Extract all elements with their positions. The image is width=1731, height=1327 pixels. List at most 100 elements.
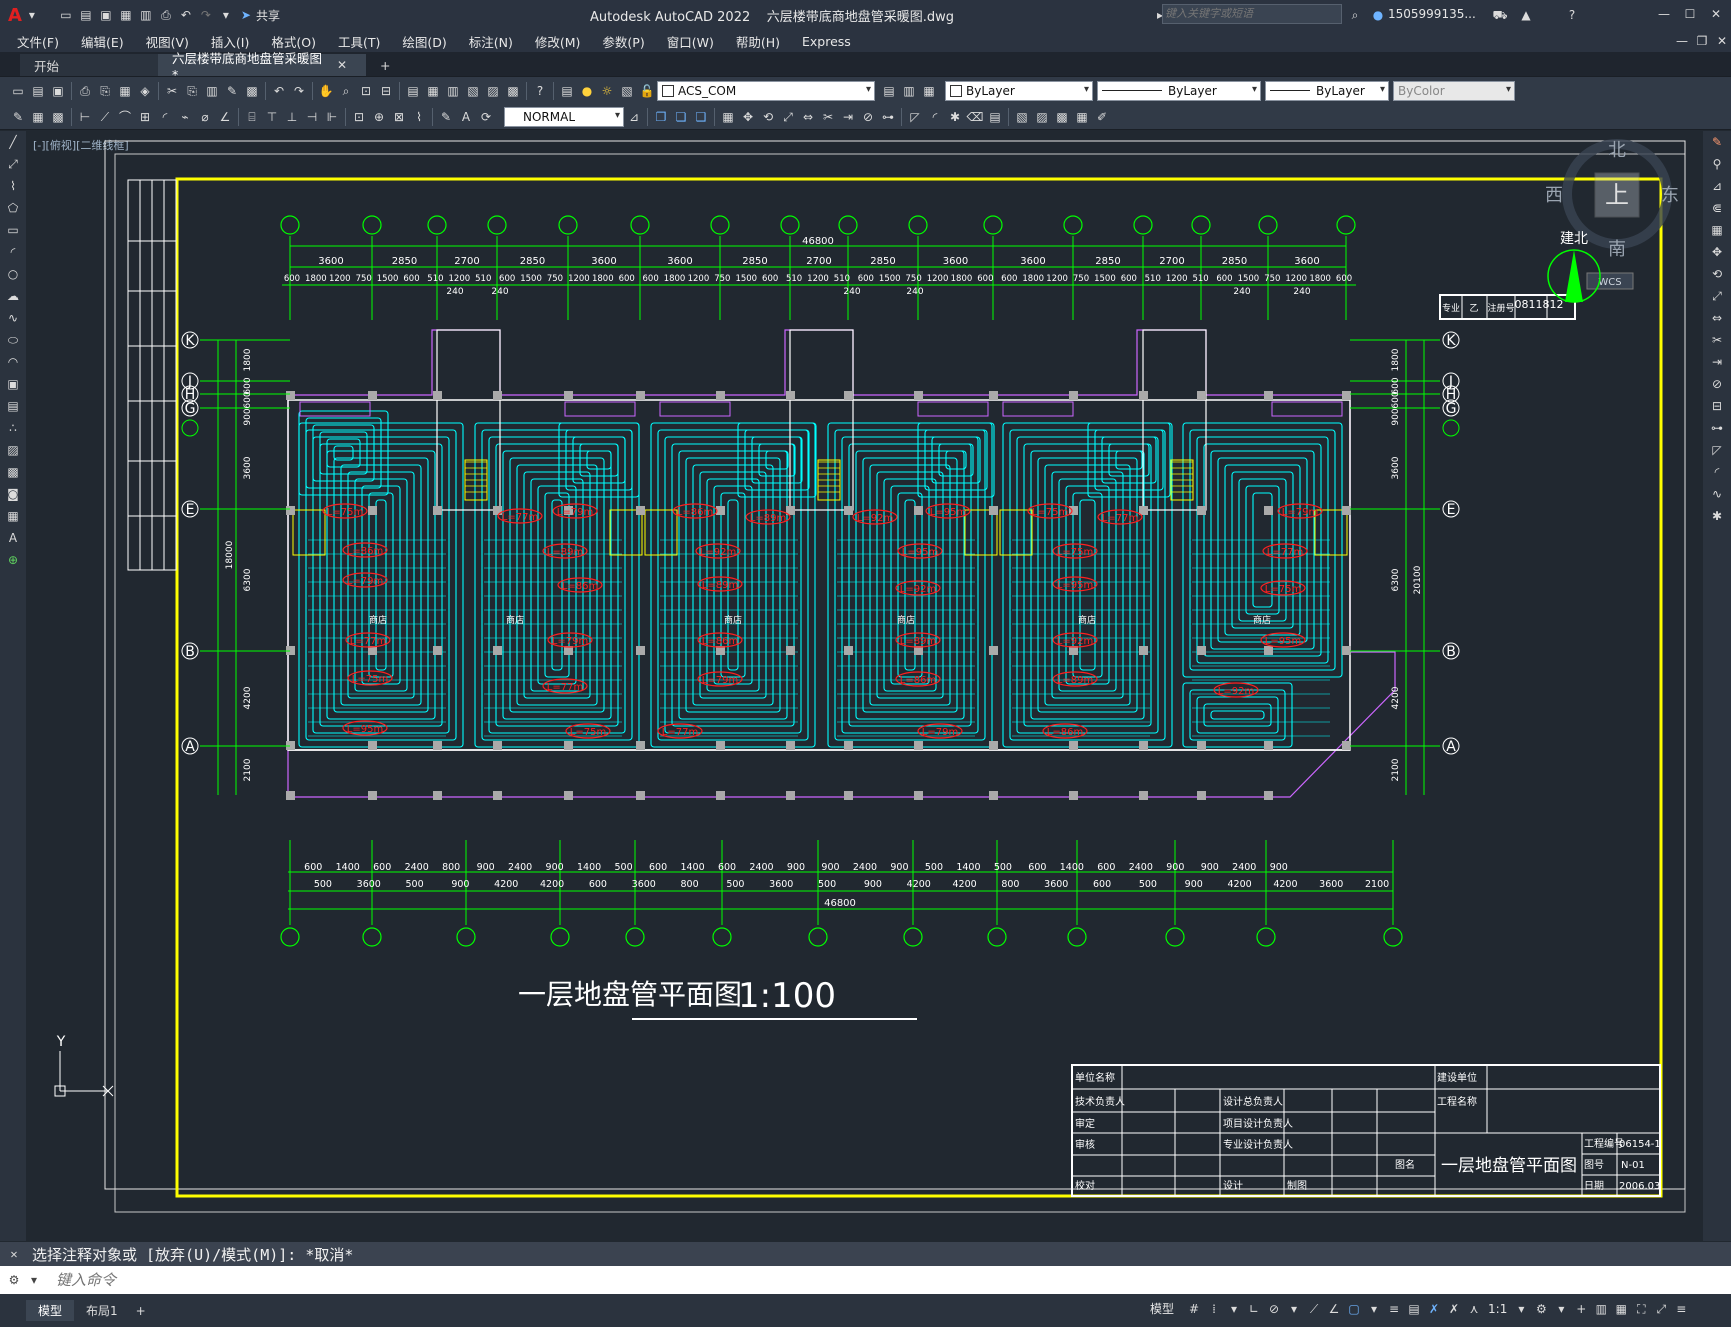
undo-icon[interactable]: ↶ (178, 7, 194, 23)
rt-explode-icon[interactable]: ✱ (1709, 508, 1725, 524)
draw-block-icon[interactable]: ▤ (5, 398, 21, 414)
tb-open-icon[interactable]: ▤ (30, 83, 46, 99)
layer-state-icon[interactable]: ▦ (921, 83, 937, 99)
dim-space-icon[interactable]: ⊣ (304, 109, 320, 125)
tab-start[interactable]: 开始 (20, 54, 158, 76)
dim-textedit-icon[interactable]: A (458, 109, 474, 125)
dim-arc-icon[interactable]: ⌒ (117, 109, 133, 125)
dim-aligned-icon[interactable]: ⟋ (97, 109, 113, 125)
compass-north[interactable]: 北 (1608, 140, 1626, 161)
plotstyle-dropdown[interactable]: ByColor ▾ (1393, 80, 1515, 101)
modify-extend-icon[interactable]: ⇥ (840, 109, 856, 125)
draw-pline-icon[interactable]: ⌇ (5, 178, 21, 194)
menu-parametric[interactable]: 参数(P) (591, 32, 655, 51)
tab-close-icon[interactable]: ✕ (334, 57, 350, 73)
tb2-block-icon[interactable]: ▩ (50, 109, 66, 125)
save-icon[interactable]: ▣ (98, 7, 114, 23)
tb-3d-icon[interactable]: ◈ (137, 83, 153, 99)
isolate-icon[interactable]: ⛶ (1633, 1301, 1649, 1317)
open-icon[interactable]: ▤ (78, 7, 94, 23)
tb-block-icon[interactable]: ▩ (244, 83, 260, 99)
lineweight-icon[interactable]: ≡ (1386, 1301, 1402, 1317)
draw-mtext-icon[interactable]: A (5, 530, 21, 546)
new-icon[interactable]: ▭ (58, 7, 74, 23)
workspace-menu-icon[interactable]: ▾ (1553, 1301, 1569, 1317)
cmd-close-icon[interactable]: ✕ (6, 1246, 22, 1262)
modify-trim-icon[interactable]: ✂ (820, 109, 836, 125)
menu-file[interactable]: 文件(F) (6, 32, 70, 51)
rt-copy-icon[interactable]: ⚲ (1709, 156, 1725, 172)
cart-icon[interactable]: ⛟ (1492, 7, 1508, 23)
modify-join-icon[interactable]: ⊶ (880, 109, 896, 125)
menu-tools[interactable]: 工具(T) (327, 32, 391, 51)
polar-icon[interactable]: ⊘ (1266, 1301, 1282, 1317)
scale-menu-icon[interactable]: ▾ (1513, 1301, 1529, 1317)
modify-mirror-icon[interactable]: ❏ (673, 109, 689, 125)
tb-cut-icon[interactable]: ✂ (164, 83, 180, 99)
annomonitor-icon[interactable]: + (1573, 1301, 1589, 1317)
draw-ellipse-icon[interactable]: ⬭ (5, 332, 21, 348)
isodraft-icon[interactable]: ⟋ (1306, 1301, 1322, 1317)
tb-matchprop-icon[interactable]: ✎ (224, 83, 240, 99)
tab-model[interactable]: 模型 (26, 1300, 75, 1321)
draw-gradient-icon[interactable]: ▩ (5, 464, 21, 480)
draw-ellipse-arc-icon[interactable]: ◠ (5, 354, 21, 370)
wcs-label[interactable]: WCS (1598, 277, 1621, 288)
rt-move-icon[interactable]: ✥ (1709, 244, 1725, 260)
dim-radius-icon[interactable]: ◜ (157, 109, 173, 125)
modify-draworder-icon[interactable]: ▩ (1054, 109, 1070, 125)
dim-jogged-icon[interactable]: ⌁ (177, 109, 193, 125)
rt-array-icon[interactable]: ▦ (1709, 222, 1725, 238)
add-layout-button[interactable]: + (130, 1302, 152, 1320)
rt-rotate-icon[interactable]: ⟲ (1709, 266, 1725, 282)
modify-rotate-icon[interactable]: ⟲ (760, 109, 776, 125)
ortho-icon[interactable]: ∟ (1246, 1301, 1262, 1317)
viewcube-top[interactable]: 上 (1605, 181, 1629, 209)
plot-icon[interactable]: ⎙ (158, 7, 174, 23)
tb-new-icon[interactable]: ▭ (10, 83, 26, 99)
modify-array-icon[interactable]: ▦ (720, 109, 736, 125)
layer-manager-icon[interactable]: ▤ (559, 83, 575, 99)
draw-revcloud-icon[interactable]: ☁ (5, 288, 21, 304)
doc-close-icon[interactable]: ✕ (1714, 33, 1730, 49)
osnap-icon[interactable]: ▢ (1346, 1301, 1362, 1317)
rt-blend-icon[interactable]: ∿ (1709, 486, 1725, 502)
tb-sheetset-icon[interactable]: ▧ (465, 83, 481, 99)
modify-move-icon[interactable]: ✥ (740, 109, 756, 125)
layer-on-icon[interactable]: ● (579, 83, 595, 99)
tb-zoom-window-icon[interactable]: ⊡ (358, 83, 374, 99)
dim-quick-icon[interactable]: ⌸ (244, 109, 260, 125)
annoscale-auto-icon[interactable]: ⋏ (1466, 1301, 1482, 1317)
tb-properties-icon[interactable]: ▤ (405, 83, 421, 99)
tb-undo-icon[interactable]: ↶ (271, 83, 287, 99)
close-icon[interactable]: ✕ (1708, 6, 1724, 22)
dim-edit-icon[interactable]: ✎ (438, 109, 454, 125)
menu-edit[interactable]: 编辑(E) (70, 32, 135, 51)
tb-designcenter-icon[interactable]: ▦ (425, 83, 441, 99)
dim-linear-icon[interactable]: ⊢ (77, 109, 93, 125)
doc-restore-icon[interactable]: ❐ (1694, 33, 1710, 49)
tb-calc-icon[interactable]: ▩ (505, 83, 521, 99)
dim-angular-icon[interactable]: ∠ (217, 109, 233, 125)
draw-hatch-icon[interactable]: ▨ (5, 442, 21, 458)
cmd-customize-icon[interactable]: ⚙ (6, 1272, 22, 1288)
grid-icon[interactable]: # (1186, 1301, 1202, 1317)
open-web-icon[interactable]: ▥ (138, 7, 154, 23)
dim-inspect-icon[interactable]: ⊠ (391, 109, 407, 125)
modify-stretch-icon[interactable]: ⇔ (800, 109, 816, 125)
rt-fillet-icon[interactable]: ◜ (1709, 464, 1725, 480)
rt-mirror-icon[interactable]: ⊿ (1709, 178, 1725, 194)
modify-erase-icon[interactable]: ⌫ (967, 109, 984, 125)
otrack-icon[interactable]: ∠ (1326, 1301, 1342, 1317)
draw-point-icon[interactable]: ∴ (5, 420, 21, 436)
annotation-scale[interactable]: 1:1 (1488, 1302, 1507, 1316)
compass-south[interactable]: 南 (1608, 239, 1626, 260)
fullscreen-icon[interactable]: ⤢ (1653, 1301, 1669, 1317)
tb-copy-icon[interactable]: ⎘ (184, 83, 200, 99)
tb-pan-icon[interactable]: ✋ (318, 83, 334, 99)
tb-zoom-icon[interactable]: ⌕ (338, 83, 354, 99)
customize-status-icon[interactable]: ≡ (1673, 1301, 1689, 1317)
tb-help-icon[interactable]: ? (532, 83, 548, 99)
modify-fillet-icon[interactable]: ◜ (927, 109, 943, 125)
dim-jogline-icon[interactable]: ⌇ (411, 109, 427, 125)
